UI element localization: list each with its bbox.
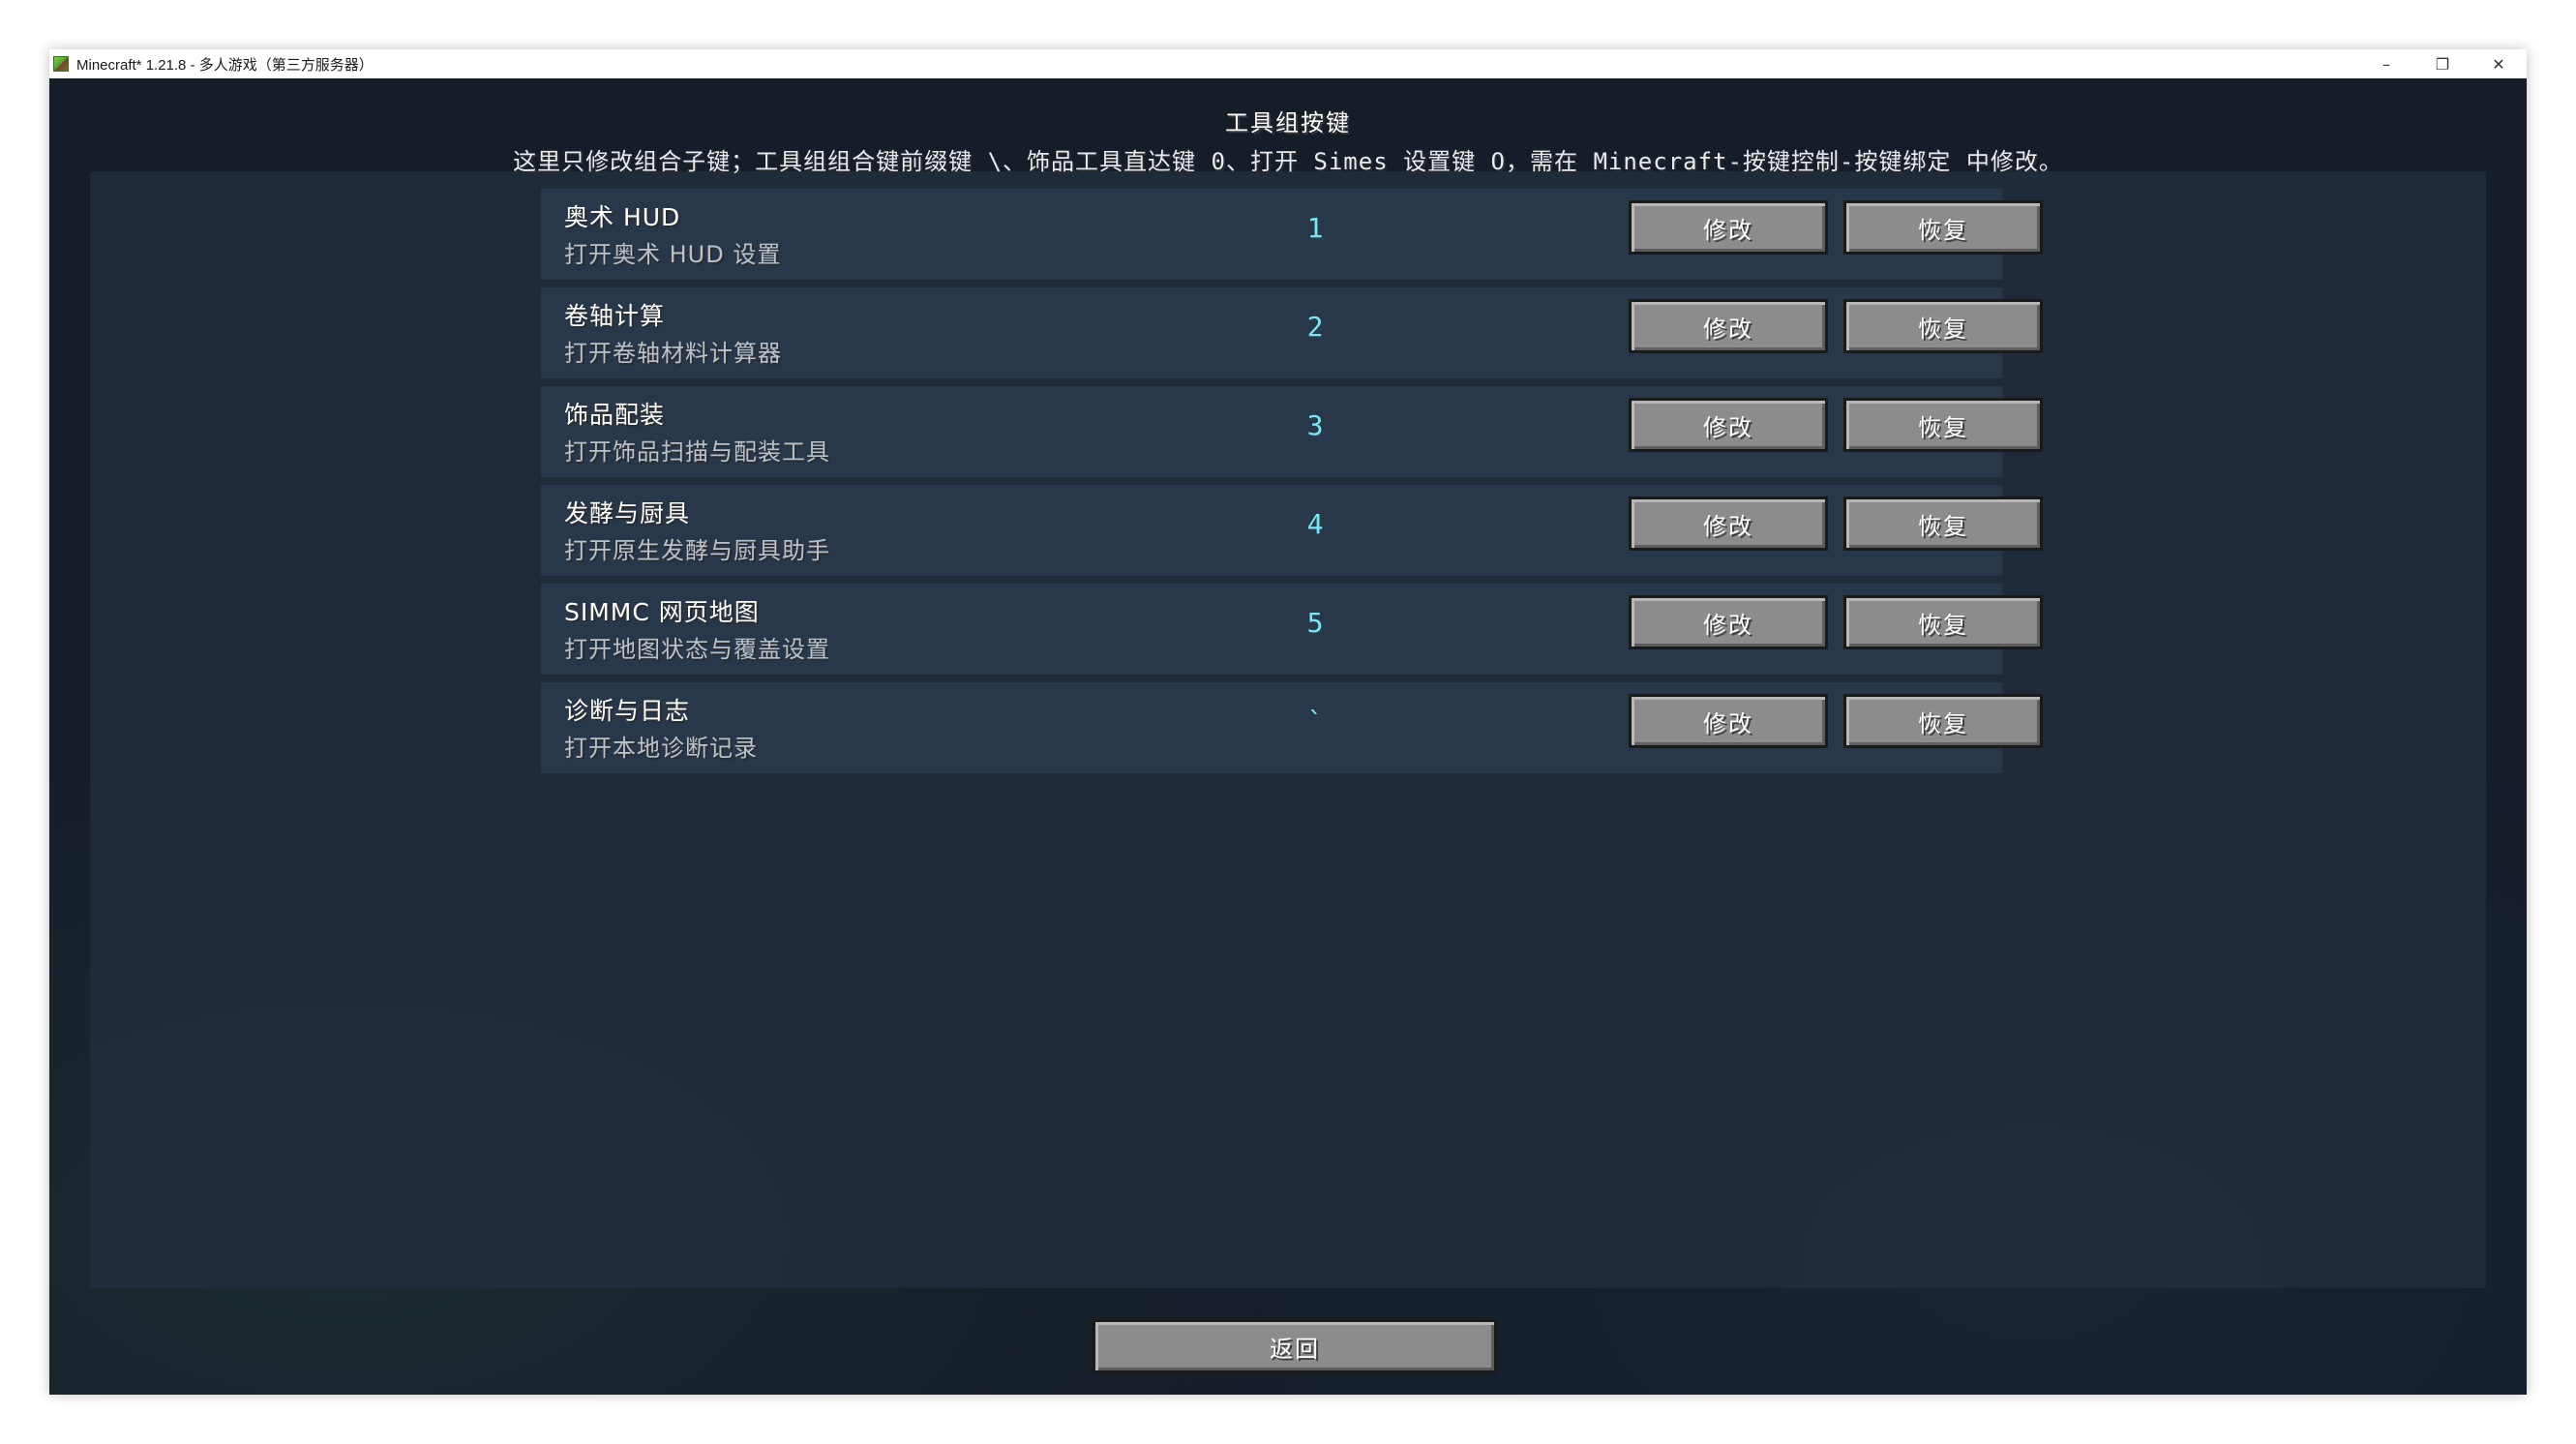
window-title: Minecraft* 1.21.8 - 多人游戏（第三方服务器） bbox=[76, 56, 374, 74]
keybind-name: 饰品配装 bbox=[564, 401, 666, 429]
keybind-name: SIMMC 网页地图 bbox=[564, 598, 760, 626]
modify-button[interactable]: 修改 bbox=[1629, 299, 1828, 353]
keybind-key: 3 bbox=[1306, 409, 1324, 441]
keybind-description: 打开奥术 HUD 设置 bbox=[564, 241, 782, 268]
window-controls: – ❐ ✕ bbox=[2358, 49, 2527, 78]
modify-button[interactable]: 修改 bbox=[1629, 398, 1828, 452]
keybind-key: 4 bbox=[1306, 508, 1324, 540]
modify-button[interactable]: 修改 bbox=[1629, 595, 1828, 649]
keybind-name: 奥术 HUD bbox=[564, 203, 681, 231]
keybind-description: 打开饰品扫描与配装工具 bbox=[564, 438, 830, 466]
back-button[interactable]: 返回 bbox=[1093, 1319, 1497, 1373]
modify-button[interactable]: 修改 bbox=[1629, 200, 1828, 255]
restore-button[interactable]: ❐ bbox=[2414, 49, 2471, 78]
keybind-row-web-map: SIMMC 网页地图 打开地图状态与覆盖设置 5 修改 恢复 bbox=[541, 584, 2043, 675]
keybind-key: 5 bbox=[1306, 607, 1324, 639]
minecraft-window: Minecraft* 1.21.8 - 多人游戏（第三方服务器） – ❐ ✕ 工… bbox=[49, 49, 2527, 1395]
restore-button[interactable]: 恢复 bbox=[1843, 299, 2043, 353]
keybind-row-diagnostics: 诊断与日志 打开本地诊断记录 ` 修改 恢复 bbox=[541, 682, 2043, 773]
keybind-description: 打开卷轴材料计算器 bbox=[564, 340, 782, 367]
keybind-description: 打开本地诊断记录 bbox=[564, 735, 758, 762]
window-titlebar[interactable]: Minecraft* 1.21.8 - 多人游戏（第三方服务器） – ❐ ✕ bbox=[49, 49, 2527, 78]
keybind-list: 奥术 HUD 打开奥术 HUD 设置 1 修改 恢复 卷轴计算 打开卷轴材料计算… bbox=[541, 189, 2043, 781]
keybind-name: 卷轴计算 bbox=[564, 302, 666, 330]
keybind-key: 1 bbox=[1306, 212, 1324, 244]
restore-button[interactable]: 恢复 bbox=[1843, 200, 2043, 255]
keybind-name: 诊断与日志 bbox=[564, 697, 691, 725]
keybind-key: ` bbox=[1306, 706, 1324, 737]
restore-button[interactable]: 恢复 bbox=[1843, 694, 2043, 748]
keybind-row-scroll-calc: 卷轴计算 打开卷轴材料计算器 2 修改 恢复 bbox=[541, 287, 2043, 378]
keybind-key: 2 bbox=[1306, 311, 1324, 343]
minimize-button[interactable]: – bbox=[2358, 49, 2414, 78]
keybind-row-arcane-hud: 奥术 HUD 打开奥术 HUD 设置 1 修改 恢复 bbox=[541, 189, 2043, 280]
screen-title: 工具组按键 bbox=[1225, 109, 1351, 136]
modify-button[interactable]: 修改 bbox=[1629, 496, 1828, 551]
minecraft-grass-block-icon bbox=[53, 56, 69, 72]
keybind-row-accessory-loadout: 饰品配装 打开饰品扫描与配装工具 3 修改 恢复 bbox=[541, 386, 2043, 477]
restore-button[interactable]: 恢复 bbox=[1843, 496, 2043, 551]
modify-button[interactable]: 修改 bbox=[1629, 694, 1828, 748]
keybind-description: 打开原生发酵与厨具助手 bbox=[564, 537, 830, 564]
game-viewport: 工具组按键 这里只修改组合子键；工具组组合键前缀键 \、饰品工具直达键 0、打开… bbox=[49, 78, 2527, 1395]
restore-button[interactable]: 恢复 bbox=[1843, 398, 2043, 452]
keybind-name: 发酵与厨具 bbox=[564, 499, 691, 527]
screen-subtitle: 这里只修改组合子键；工具组组合键前缀键 \、饰品工具直达键 0、打开 Simes… bbox=[513, 148, 2063, 175]
keybind-description: 打开地图状态与覆盖设置 bbox=[564, 636, 830, 663]
keybind-row-fermentation: 发酵与厨具 打开原生发酵与厨具助手 4 修改 恢复 bbox=[541, 485, 2043, 576]
restore-button[interactable]: 恢复 bbox=[1843, 595, 2043, 649]
close-button[interactable]: ✕ bbox=[2471, 49, 2527, 78]
